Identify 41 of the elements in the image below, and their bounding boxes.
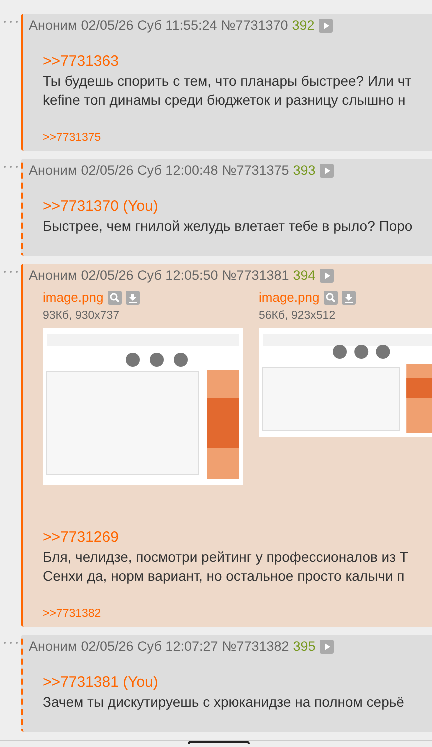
post-number[interactable]: №7731370 xyxy=(221,16,288,36)
post-author: Аноним xyxy=(29,16,78,35)
post-ordinal: 392 xyxy=(292,16,315,35)
post-text: Сенхи да, норм вариант, но остальное просто калычи п xyxy=(43,567,406,586)
play-icon[interactable] xyxy=(320,269,334,283)
play-icon[interactable] xyxy=(318,19,333,33)
post-text: Зачем ты дискутируешь с хрюканидзе на полном серьё xyxy=(43,693,406,712)
file-info: 56Кб, 923x512 xyxy=(259,308,337,324)
post-date: 02/05/26 Суб 11:55:24 xyxy=(81,16,218,35)
post-text: kefine топ динамы среди бюджеток и разницу слышно н xyxy=(43,91,407,110)
post-text: Быстрее, чем гнилой желудь влетает тебе в рыло? Поро xyxy=(43,217,414,236)
page-field[interactable] xyxy=(188,741,250,744)
post-date: 02/05/26 Суб 12:07:27 xyxy=(81,638,218,656)
post-ordinal: 393 xyxy=(293,162,316,180)
post-date: 02/05/26 Суб 12:00:48 xyxy=(81,162,218,180)
reply-link[interactable]: >>7731269 xyxy=(43,528,119,548)
post-number[interactable]: №7731375 xyxy=(222,160,290,182)
reply-link[interactable]: >>7731370 (You) xyxy=(43,197,158,217)
post-ordinal: 394 xyxy=(293,266,316,285)
post-author: Аноним xyxy=(29,638,78,656)
post-author: Аноним xyxy=(29,266,78,285)
download-icon[interactable] xyxy=(342,290,356,305)
post-author: Аноним xyxy=(29,162,78,180)
download-icon[interactable] xyxy=(126,290,140,305)
backlink[interactable]: >>7731382 xyxy=(43,608,102,620)
file-name-link[interactable]: image.png xyxy=(43,288,104,308)
search-icon[interactable] xyxy=(324,290,338,305)
file-name-link[interactable]: image.png xyxy=(259,288,320,308)
reply-link[interactable]: >>7731363 xyxy=(43,52,119,72)
play-icon[interactable] xyxy=(320,164,334,178)
post-number[interactable]: №7731382 xyxy=(222,636,290,658)
post-date: 02/05/26 Суб 12:05:50 xyxy=(81,266,218,285)
play-icon[interactable] xyxy=(320,640,334,654)
file-info: 93Кб, 930x737 xyxy=(43,308,121,324)
reply-link[interactable]: >>7731381 (You) xyxy=(43,673,158,693)
post-text: Бля, челидзе, посмотри рейтинг у профессионалов из Т xyxy=(43,548,410,567)
search-icon[interactable] xyxy=(108,290,122,305)
post-number[interactable]: №7731381 xyxy=(222,266,290,286)
post-ordinal: 395 xyxy=(293,638,316,656)
post-text: Ты будешь спорить с тем, что планары быстрее? Или чт xyxy=(43,72,413,91)
backlink[interactable]: >>7731375 xyxy=(43,132,102,144)
